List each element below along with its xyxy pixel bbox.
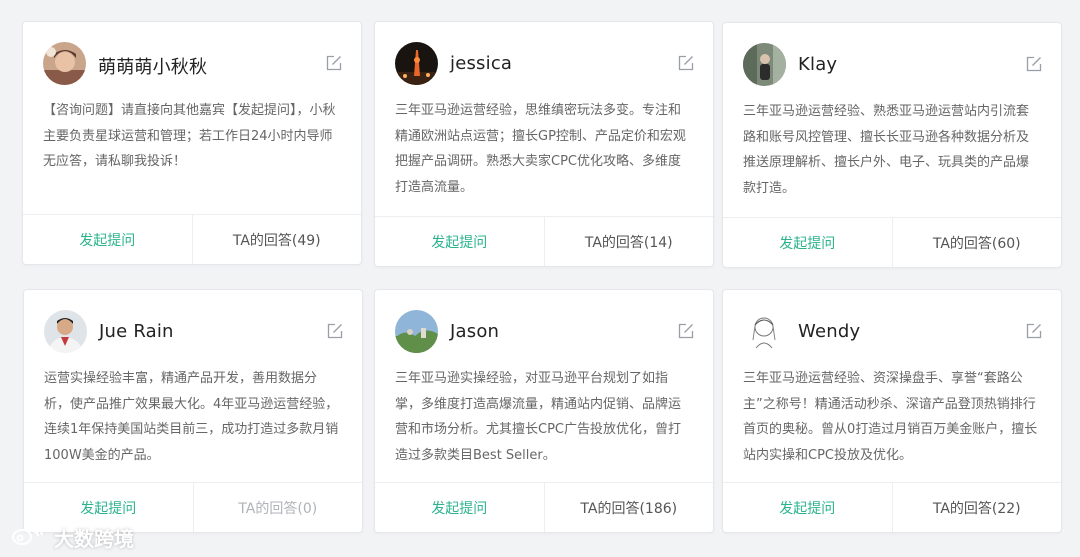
expert-name: Klay [798,54,838,75]
ask-question-button[interactable]: 发起提问 [375,217,544,266]
avatar[interactable] [395,310,438,353]
expert-card: jessica 三年亚马逊运营经验，思维缜密玩法多变。专注和精通欧洲站点运营；擅… [374,21,714,267]
expert-card: Jason 三年亚马逊实操经验，对亚马逊平台规划了如指掌，多维度打造高爆流量，精… [374,289,714,533]
watermark: 大数跨境 [10,523,134,551]
expert-name: 萌萌萌小秋秋 [98,57,208,78]
expert-description: 【咨询问题】请直接向其他嘉宾【发起提问】，小秋主要负责星球运营和管理；若工作日2… [43,103,336,169]
ask-question-button[interactable]: 发起提问 [375,483,544,532]
card-actions: 发起提问 TA的回答(14) [375,216,713,266]
card-header: Klay [743,43,1043,87]
expert-card: Klay 三年亚马逊运营经验、熟悉亚马逊运营站内引流套路和账号风控管理、擅长长亚… [722,22,1062,268]
expert-description: 运营实操经验丰富，精通产品开发，善用数据分析，使产品推广效果最大化。4年亚马逊运… [44,371,339,463]
card-header: jessica [395,42,695,86]
card-actions: 发起提问 TA的回答(60) [723,217,1061,267]
edit-icon[interactable] [325,54,343,72]
view-answers-button[interactable]: TA的回答(186) [543,483,714,532]
avatar[interactable] [43,42,86,85]
view-answers-button[interactable]: TA的回答(22) [891,483,1062,532]
avatar[interactable] [743,310,786,353]
avatar[interactable] [743,43,786,86]
card-header: Jue Rain [44,310,344,354]
expert-description: 三年亚马逊运营经验、资深操盘手、享誉“套路公主”之称号！精通活动秒杀、深谙产品登… [743,371,1038,463]
watermark-text: 大数跨境 [54,526,134,551]
ask-question-button[interactable]: 发起提问 [723,218,892,267]
edit-icon[interactable] [1025,55,1043,73]
card-header: 萌萌萌小秋秋 [43,42,343,86]
ask-question-button[interactable]: 发起提问 [23,215,192,264]
card-header: Jason [395,310,695,354]
expert-name: jessica [450,53,513,74]
expert-description: 三年亚马逊实操经验，对亚马逊平台规划了如指掌，多维度打造高爆流量，精通站内促销、… [395,371,682,463]
expert-card-grid: 萌萌萌小秋秋 【咨询问题】请直接向其他嘉宾【发起提问】，小秋主要负责星球运营和管… [0,0,1080,557]
card-actions: 发起提问 TA的回答(22) [723,482,1061,532]
edit-icon[interactable] [677,54,695,72]
expert-card: Wendy 三年亚马逊运营经验、资深操盘手、享誉“套路公主”之称号！精通活动秒杀… [722,289,1062,533]
edit-icon[interactable] [1025,322,1043,340]
view-answers-button[interactable]: TA的回答(0) [192,483,363,532]
avatar[interactable] [44,310,87,353]
edit-icon[interactable] [677,322,695,340]
ask-question-button[interactable]: 发起提问 [723,483,892,532]
expert-name: Jason [450,321,500,342]
edit-icon[interactable] [326,322,344,340]
watermark-logo-icon [10,522,48,553]
expert-description: 三年亚马逊运营经验，思维缜密玩法多变。专注和精通欧洲站点运营；擅长GP控制、产品… [395,103,686,195]
card-actions: 发起提问 TA的回答(186) [375,482,713,532]
card-actions: 发起提问 TA的回答(49) [23,214,361,264]
view-answers-button[interactable]: TA的回答(49) [191,215,362,264]
avatar[interactable] [395,42,438,85]
card-header: Wendy [743,310,1043,354]
expert-description: 三年亚马逊运营经验、熟悉亚马逊运营站内引流套路和账号风控管理、擅长长亚马逊各种数… [743,104,1030,196]
expert-name: Wendy [798,321,861,342]
expert-name: Jue Rain [99,321,174,342]
expert-card: Jue Rain 运营实操经验丰富，精通产品开发，善用数据分析，使产品推广效果最… [23,289,363,533]
view-answers-button[interactable]: TA的回答(14) [543,217,714,266]
view-answers-button[interactable]: TA的回答(60) [891,218,1062,267]
expert-card: 萌萌萌小秋秋 【咨询问题】请直接向其他嘉宾【发起提问】，小秋主要负责星球运营和管… [22,21,362,265]
